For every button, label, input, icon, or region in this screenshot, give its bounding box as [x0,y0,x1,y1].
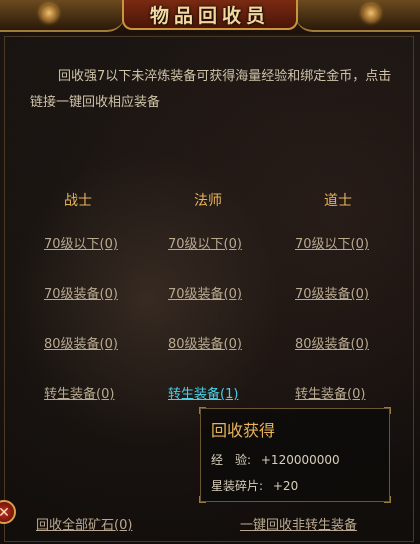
exp-label: 经 验: [211,453,252,467]
reward-tooltip: 回收获得 经 验: +120000000 星装碎片: +20 [199,407,391,503]
tooltip-corner [384,496,391,503]
taoist-below70-link[interactable]: 70级以下(0) [295,233,369,252]
column-title-warrior: 战士 [64,193,92,209]
tooltip-title: 回收获得 [211,421,276,440]
tooltip-corner [199,496,206,503]
taoist-70-link[interactable]: 70级装备(0) [295,283,369,302]
column-title-mage: 法师 [194,193,222,209]
header-ornament-left [0,0,125,32]
description-text: 回收强7以下未淬炼装备可获得海量经验和绑定金币，点击链接一键回收相应装备 [30,69,392,110]
mage-70-link[interactable]: 70级装备(0) [168,283,242,302]
window-header: 物品回收员 [0,0,420,34]
header-ornament-right [295,0,420,32]
gem-icon [362,4,380,22]
exp-value: +120000000 [260,453,340,467]
recycle-non-rebirth-link[interactable]: 一键回收非转生装备 [240,514,357,533]
warrior-rebirth-link[interactable]: 转生装备(0) [44,383,114,402]
tooltip-corner [199,407,206,414]
fragment-label: 星装碎片: [211,479,264,493]
fragment-value: +20 [272,479,299,493]
title-plate: 物品回收员 [122,0,298,30]
gem-icon [40,4,58,22]
recycle-all-ore-link[interactable]: 回收全部矿石(0) [36,514,132,533]
column-title-taoist: 道士 [324,193,352,209]
warrior-70-link[interactable]: 70级装备(0) [44,283,118,302]
mage-80-link[interactable]: 80级装备(0) [168,333,242,352]
mage-rebirth-link[interactable]: 转生装备(1) [168,383,238,402]
taoist-80-link[interactable]: 80级装备(0) [295,333,369,352]
warrior-80-link[interactable]: 80级装备(0) [44,333,118,352]
tooltip-exp-row: 经 验: +120000000 [211,451,340,468]
window-title: 物品回收员 [149,4,270,27]
mage-below70-link[interactable]: 70级以下(0) [168,233,242,252]
warrior-below70-link[interactable]: 70级以下(0) [44,233,118,252]
tooltip-corner [384,407,391,414]
tooltip-fragment-row: 星装碎片: +20 [211,477,298,494]
taoist-rebirth-link[interactable]: 转生装备(0) [295,383,365,402]
